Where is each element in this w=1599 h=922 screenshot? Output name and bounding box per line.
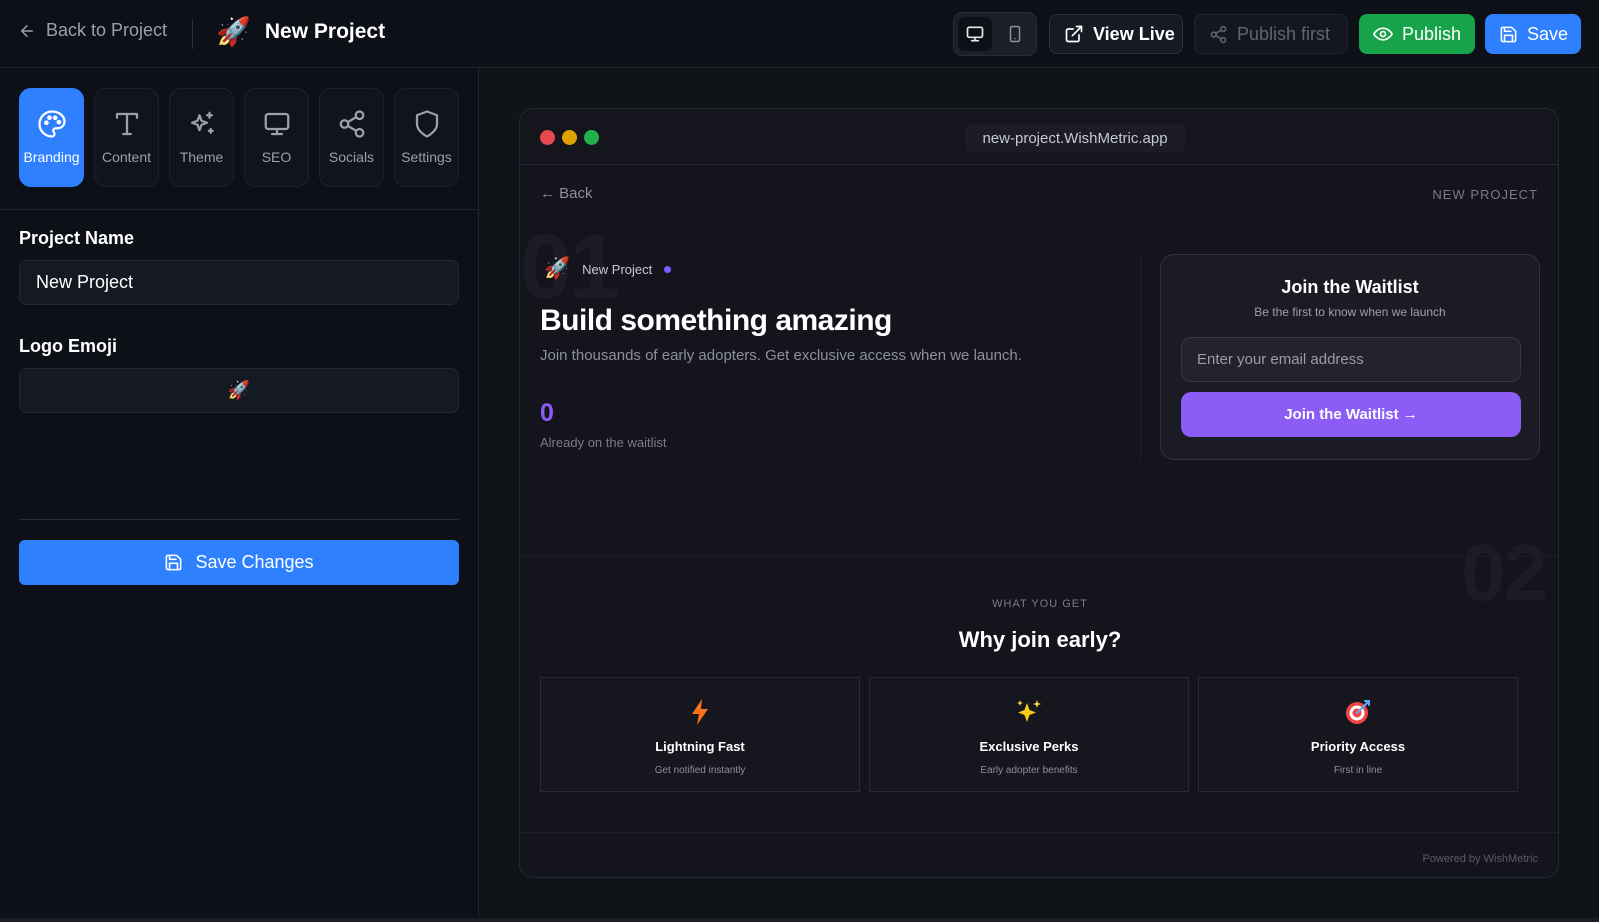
save-icon [164,553,183,572]
feature-card-priority: Priority Access First in line [1198,677,1518,792]
publish-label: Publish [1402,23,1462,44]
waitlist-card-title: Join the Waitlist [1281,277,1419,297]
sparkles-icon [1015,698,1043,726]
tab-theme-label: Theme [179,149,224,165]
status-dot [664,265,672,273]
waitlist-count: 0 [540,399,554,427]
editor-sidebar: Branding Content Theme SEO Socials Setti… [0,68,479,922]
share-icon [1209,25,1228,44]
sidebar-divider [0,209,479,210]
lightning-icon [691,698,709,726]
text-icon [112,109,142,139]
back-to-project-label: Back to Project [46,20,168,40]
join-waitlist-button[interactable]: Join the Waitlist → [1181,392,1521,437]
target-icon [1344,698,1372,726]
waitlist-card: Join the Waitlist Be the first to know w… [1160,254,1540,460]
feature-desc: Early adopter benefits [980,765,1078,776]
sparkles-icon [187,109,217,139]
eye-icon [1373,24,1393,44]
save-changes-button[interactable]: Save Changes [19,540,459,585]
preview-url: new-project.WishMetric.app [965,124,1185,152]
smartphone-icon [1006,24,1024,44]
feature-title: Lightning Fast [655,739,745,754]
desktop-view-button[interactable] [958,17,992,51]
monitor-icon [965,24,985,44]
palette-icon [37,109,67,139]
save-changes-label: Save Changes [195,552,314,572]
publish-first-button[interactable]: Publish first [1194,14,1348,54]
view-live-button[interactable]: View Live [1049,14,1183,54]
project-name-input[interactable] [19,260,459,305]
feature-desc: First in line [1333,765,1383,776]
editor-tabs: Branding Content Theme SEO Socials Setti… [19,88,459,187]
project-title: 🚀 New Project [216,16,385,48]
window-minimize-dot [562,130,577,145]
save-label: Save [1527,23,1569,44]
feature-title: Exclusive Perks [979,739,1079,754]
monitor-icon [262,109,292,139]
preview-back-link[interactable]: ← Back [540,185,593,202]
project-name-label: Project Name [19,228,135,248]
sidebar-divider-2 [19,519,459,520]
features-eyebrow: WHAT YOU GET [992,598,1088,610]
topbar-divider [192,19,193,49]
tab-seo-label: SEO [261,149,292,165]
feature-card-lightning: Lightning Fast Get notified instantly [540,677,860,792]
preview-brand: 🚀 New Project [544,257,672,281]
features-title: Why join early? [958,627,1122,652]
footer-divider [520,832,1558,833]
hero-headline: Build something amazing [540,304,892,337]
preview-area: new-project.WishMetric.app ← Back NEW PR… [479,68,1599,922]
browser-bar: new-project.WishMetric.app [520,109,1558,165]
tab-theme[interactable]: Theme [169,88,234,187]
waitlist-card-subtitle: Be the first to know when we launch [1254,305,1446,319]
publish-button[interactable]: Publish [1359,14,1475,54]
share-icon [337,109,367,139]
hero-divider [1140,255,1141,459]
waitlist-count-label: Already on the waitlist [540,435,667,450]
save-icon [1499,25,1518,44]
powered-by-footer: Powered by WishMetric [1422,853,1538,865]
rocket-icon: 🚀 [544,257,571,280]
browser-preview: new-project.WishMetric.app ← Back NEW PR… [519,108,1559,878]
tab-seo[interactable]: SEO [244,88,309,187]
feature-title: Priority Access [1310,739,1406,754]
window-maximize-dot [584,130,599,145]
preview-header-tag: NEW PROJECT [1432,187,1538,202]
logo-emoji-input[interactable]: 🚀 [19,368,459,413]
save-button[interactable]: Save [1485,14,1581,54]
section-divider [520,556,1558,557]
tab-content-label: Content [101,149,152,165]
feature-card-perks: Exclusive Perks Early adopter benefits [869,677,1189,792]
feature-desc: Get notified instantly [654,765,746,776]
logo-emoji-label: Logo Emoji [19,336,117,356]
tab-settings[interactable]: Settings [394,88,459,187]
bottom-edge [0,918,1599,922]
mobile-view-button[interactable] [998,17,1032,51]
tab-content[interactable]: Content [94,88,159,187]
tab-branding[interactable]: Branding [19,88,84,187]
tab-socials-label: Socials [328,149,375,165]
window-close-dot [540,130,555,145]
hero-subheadline: Join thousands of early adopters. Get ex… [540,347,1022,364]
device-toggle [953,12,1037,56]
arrow-left-icon [18,22,36,40]
tab-settings-label: Settings [401,149,452,165]
rocket-icon: 🚀 [216,16,251,47]
external-link-icon [1064,24,1084,44]
email-input[interactable] [1181,337,1521,382]
back-to-project-link[interactable]: Back to Project [18,20,167,41]
shield-icon [412,109,442,139]
project-title-label: New Project [264,20,386,43]
preview-brand-name: New Project [582,261,653,277]
top-bar: Back to Project 🚀 New Project View Live … [0,0,1599,68]
publish-first-label: Publish first [1237,23,1331,44]
tab-branding-label: Branding [23,149,80,165]
tab-socials[interactable]: Socials [319,88,384,187]
view-live-label: View Live [1093,23,1175,44]
